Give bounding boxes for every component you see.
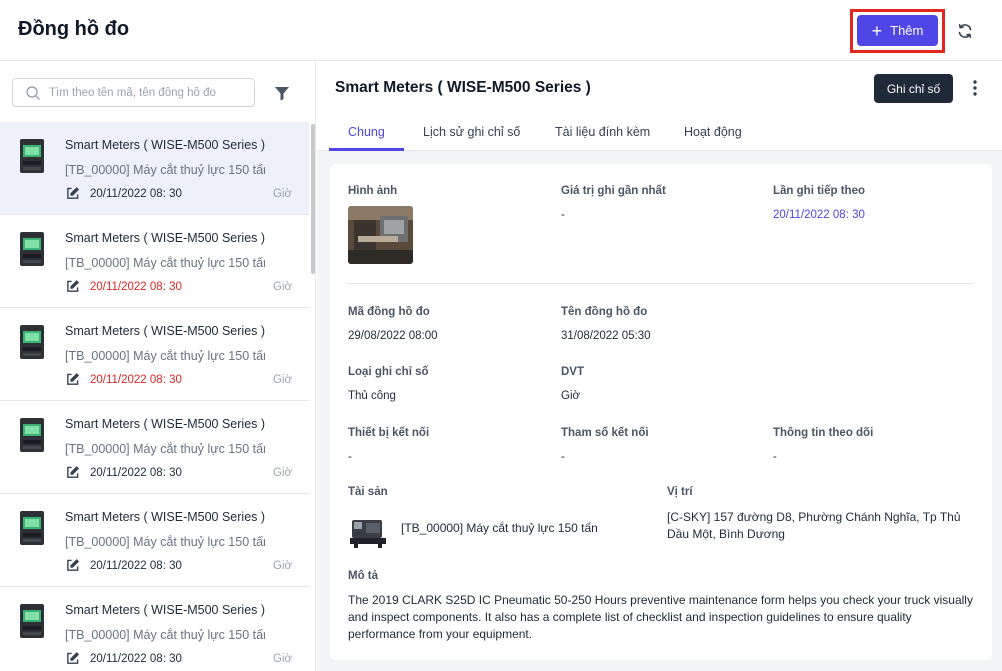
meter-unit: Giờ — [273, 281, 293, 293]
edit-icon — [67, 373, 79, 385]
search-input[interactable] — [49, 86, 249, 99]
meter-asset: [TB_00000] Máy cắt thuỷ lực 150 tấn — [65, 442, 265, 456]
meter-name: Smart Meters ( WISE-M500 Series ) — [65, 417, 266, 431]
meter-device-icon — [20, 139, 44, 173]
meter-name: Smart Meters ( WISE-M500 Series ) — [65, 324, 266, 338]
detail-header: Smart Meters ( WISE-M500 Series ) Ghi ch… — [317, 61, 1002, 115]
next-reading-date: 20/11/2022 08: 30 — [90, 653, 182, 665]
reading-type-label: Loại ghi chỉ số — [348, 366, 429, 378]
edit-icon — [67, 280, 79, 292]
image-label: Hình ảnh — [348, 185, 398, 197]
meter-list: Smart Meters ( WISE-M500 Series ) [TB_00… — [0, 122, 309, 671]
plus-icon: + — [871, 20, 883, 41]
add-button-label: Thêm — [890, 23, 924, 38]
meter-photo[interactable] — [348, 206, 413, 264]
reading-type-value: Thủ công — [348, 390, 396, 402]
search-icon — [26, 85, 40, 100]
edit-icon — [67, 559, 79, 571]
meter-unit: Giờ — [273, 467, 293, 479]
meter-device-icon — [20, 418, 44, 452]
next-reading-date: 20/11/2022 08: 30 — [90, 467, 182, 479]
list-item[interactable]: Smart Meters ( WISE-M500 Series ) [TB_00… — [0, 587, 309, 671]
filter-icon[interactable] — [272, 83, 292, 103]
asset-value[interactable]: [TB_00000] Máy cắt thuỷ lực 150 tấn — [401, 521, 598, 535]
meter-unit: Giờ — [273, 560, 293, 572]
connected-device-label: Thiết bị kết nối — [348, 427, 430, 439]
next-reading-date: 20/11/2022 08: 30 — [90, 188, 182, 200]
edit-icon — [67, 652, 79, 664]
tab-activity[interactable]: Hoạt động — [684, 125, 742, 139]
tab-general[interactable]: Chung — [348, 125, 385, 139]
next-reading-date: 20/11/2022 08: 30 — [90, 374, 182, 386]
connection-param-label: Tham số kết nối — [561, 427, 649, 439]
next-reading-date: 20/11/2022 08: 30 — [90, 560, 182, 572]
meter-unit: Giờ — [273, 374, 293, 386]
meter-unit: Giờ — [273, 653, 293, 665]
meter-device-icon — [20, 325, 44, 359]
connected-device-value: - — [348, 451, 352, 463]
edit-icon — [67, 187, 79, 199]
meter-name: Smart Meters ( WISE-M500 Series ) — [65, 510, 266, 524]
meter-device-icon — [20, 232, 44, 266]
list-item[interactable]: Smart Meters ( WISE-M500 Series ) [TB_00… — [0, 122, 309, 215]
detail-tabs: Chung Lịch sử ghi chỉ số Tài liệu đính k… — [317, 115, 1002, 151]
unit-label: DVT — [561, 366, 584, 378]
refresh-icon[interactable] — [953, 19, 977, 43]
machine-icon — [350, 520, 386, 548]
list-scrollbar[interactable] — [311, 124, 315, 274]
location-label: Vị trí — [667, 486, 693, 498]
meter-name: Smart Meters ( WISE-M500 Series ) — [65, 231, 266, 245]
record-reading-button[interactable]: Ghi chỉ số — [874, 74, 953, 103]
meter-device-icon — [20, 511, 44, 545]
list-item[interactable]: Smart Meters ( WISE-M500 Series ) [TB_00… — [0, 401, 309, 494]
more-options-icon[interactable] — [967, 76, 983, 100]
detail-card — [330, 164, 992, 660]
meter-list-panel: Smart Meters ( WISE-M500 Series ) [TB_00… — [0, 61, 316, 671]
tab-reading-history[interactable]: Lịch sử ghi chỉ số — [423, 125, 520, 139]
edit-icon — [67, 466, 79, 478]
meter-code-label: Mã đồng hồ đo — [348, 306, 430, 318]
search-box[interactable] — [12, 78, 255, 107]
meter-asset: [TB_00000] Máy cắt thuỷ lực 150 tấn — [65, 256, 265, 270]
list-item[interactable]: Smart Meters ( WISE-M500 Series ) [TB_00… — [0, 308, 309, 401]
unit-value: Giờ — [561, 390, 581, 402]
connection-param-value: - — [561, 451, 565, 463]
meter-name-value: 31/08/2022 05:30 — [561, 330, 651, 342]
tracking-info-value: - — [773, 451, 777, 463]
next-reading-value[interactable]: 20/11/2022 08: 30 — [773, 209, 865, 221]
tab-attachments[interactable]: Tài liệu đính kèm — [555, 125, 650, 139]
meter-unit: Giờ — [273, 188, 293, 200]
meter-name: Smart Meters ( WISE-M500 Series ) — [65, 138, 266, 152]
page-title: Đồng hồ đo — [18, 18, 130, 40]
latest-value: - — [561, 209, 565, 221]
top-bar: Đồng hồ đo + Thêm — [0, 0, 1002, 61]
description-text: The 2019 CLARK S25D IC Pneumatic 50-250 … — [348, 593, 973, 641]
meter-code-value: 29/08/2022 08:00 — [348, 330, 438, 342]
meter-name-label: Tên đồng hồ đo — [561, 306, 648, 318]
meter-asset: [TB_00000] Máy cắt thuỷ lực 150 tấn — [65, 535, 265, 549]
next-reading-label: Lần ghi tiếp theo — [773, 185, 865, 197]
tracking-info-label: Thông tin theo dõi — [773, 427, 874, 439]
meter-asset: [TB_00000] Máy cắt thuỷ lực 150 tấn — [65, 628, 265, 642]
meter-device-icon — [20, 604, 44, 638]
meter-name: Smart Meters ( WISE-M500 Series ) — [65, 603, 266, 617]
description-label: Mô tả — [348, 570, 379, 582]
list-item[interactable]: Smart Meters ( WISE-M500 Series ) [TB_00… — [0, 215, 309, 308]
meter-asset: [TB_00000] Máy cắt thuỷ lực 150 tấn — [65, 349, 265, 363]
list-item[interactable]: Smart Meters ( WISE-M500 Series ) [TB_00… — [0, 494, 309, 587]
location-value: [C-SKY] 157 đường D8, Phường Chánh Nghĩa… — [667, 510, 961, 541]
latest-value-label: Giá trị ghi gần nhất — [561, 185, 666, 197]
add-button[interactable]: + Thêm — [857, 15, 938, 46]
asset-label: Tài sản — [348, 486, 388, 498]
meter-asset: [TB_00000] Máy cắt thuỷ lực 150 tấn — [65, 163, 265, 177]
detail-title: Smart Meters ( WISE-M500 Series ) — [335, 79, 591, 96]
divider — [348, 283, 972, 284]
next-reading-date: 20/11/2022 08: 30 — [90, 281, 182, 293]
